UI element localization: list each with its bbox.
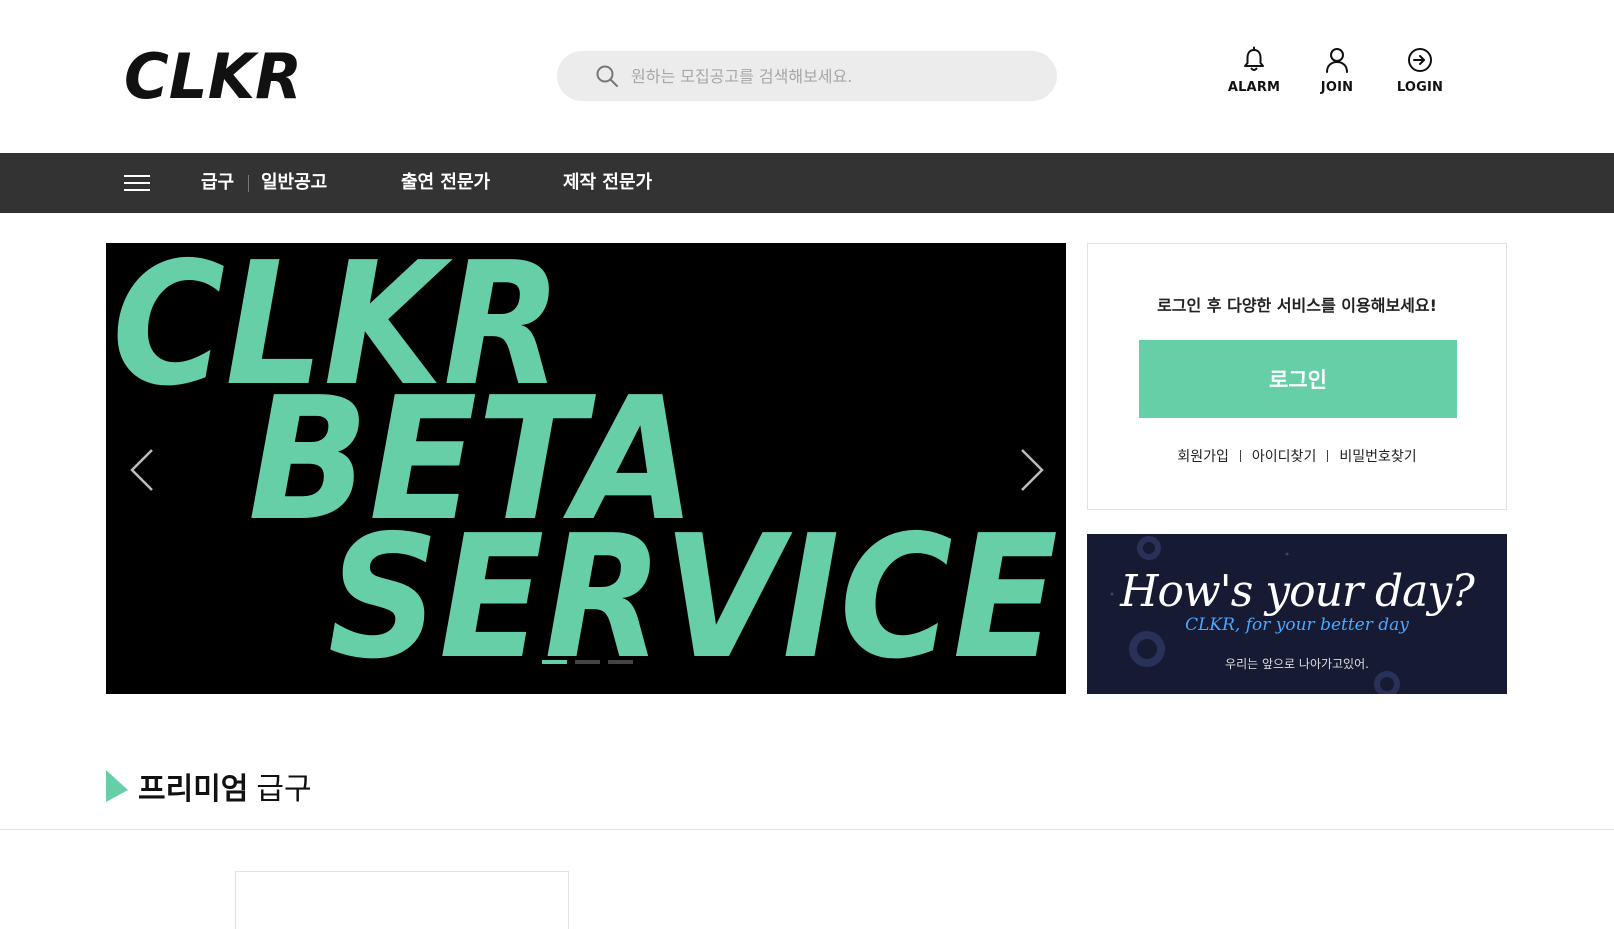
site-logo[interactable]: CLKR (124, 44, 304, 104)
logo-text: CLKR (124, 44, 302, 104)
triangle-marker-icon (106, 770, 128, 802)
section-title-light: 급구 (256, 772, 312, 807)
hamburger-menu-icon[interactable] (124, 173, 150, 193)
login-panel: 로그인 후 다양한 서비스를 이용해보세요! 로그인 회원가입 아이디찾기 비밀… (1087, 243, 1507, 510)
nav-item-urgent[interactable]: 급구 (201, 153, 234, 213)
premium-listing-card[interactable] (235, 871, 569, 929)
nav-item-performer-expert[interactable]: 출연 전문가 (401, 153, 490, 213)
side-promo-banner[interactable]: How's your day? CLKR, for your better da… (1087, 534, 1507, 694)
join-label: JOIN (1320, 80, 1354, 95)
search-bar[interactable] (557, 51, 1057, 101)
alarm-label: ALARM (1227, 80, 1281, 95)
login-message: 로그인 후 다양한 서비스를 이용해보세요! (1157, 296, 1437, 315)
banner-line-3: SERVICE (328, 499, 1058, 694)
side-banner-headline: How's your day? (1120, 566, 1475, 617)
link-divider (1327, 450, 1329, 462)
alarm-button[interactable]: ALARM (1219, 46, 1289, 95)
prev-arrow-icon[interactable] (128, 448, 158, 492)
signup-link[interactable]: 회원가입 (1177, 446, 1229, 466)
carousel-indicators (542, 660, 633, 664)
carousel-dot-1[interactable] (542, 660, 567, 664)
user-icon (1326, 48, 1348, 73)
site-header: CLKR ALARM JOIN LOGIN (0, 0, 1614, 153)
section-title-strong: 프리미엄 (138, 772, 249, 807)
login-button[interactable]: 로그인 (1139, 340, 1457, 418)
login-button-header[interactable]: LOGIN (1385, 46, 1455, 95)
main-banner-carousel[interactable]: CLKR BETA SERVICE (106, 243, 1066, 694)
next-arrow-icon[interactable] (1016, 448, 1046, 492)
account-links: 회원가입 아이디찾기 비밀번호찾기 (1088, 446, 1506, 466)
search-input[interactable] (631, 66, 1031, 86)
section-divider (0, 829, 1614, 830)
login-icon (1408, 48, 1432, 72)
join-button[interactable]: JOIN (1302, 46, 1372, 95)
side-banner-caption: 우리는 앞으로 나아가고있어. (1225, 657, 1369, 671)
section-heading: 프리미엄 급구 (106, 764, 312, 808)
nav-divider (248, 175, 249, 192)
search-icon[interactable] (595, 64, 619, 88)
link-divider (1239, 450, 1241, 462)
side-banner-subtitle: CLKR, for your better day (1185, 615, 1409, 635)
find-id-link[interactable]: 아이디찾기 (1252, 446, 1316, 466)
bell-icon (1244, 46, 1264, 71)
nav-item-production-expert[interactable]: 제작 전문가 (563, 153, 652, 213)
carousel-dot-2[interactable] (575, 660, 600, 664)
carousel-dot-3[interactable] (608, 660, 633, 664)
banner-headline: CLKR BETA SERVICE (112, 243, 1058, 694)
find-password-link[interactable]: 비밀번호찾기 (1339, 446, 1416, 466)
login-label: LOGIN (1396, 80, 1444, 95)
nav-item-general[interactable]: 일반공고 (261, 153, 327, 213)
main-nav: 급구 일반공고 출연 전문가 제작 전문가 (0, 153, 1614, 213)
